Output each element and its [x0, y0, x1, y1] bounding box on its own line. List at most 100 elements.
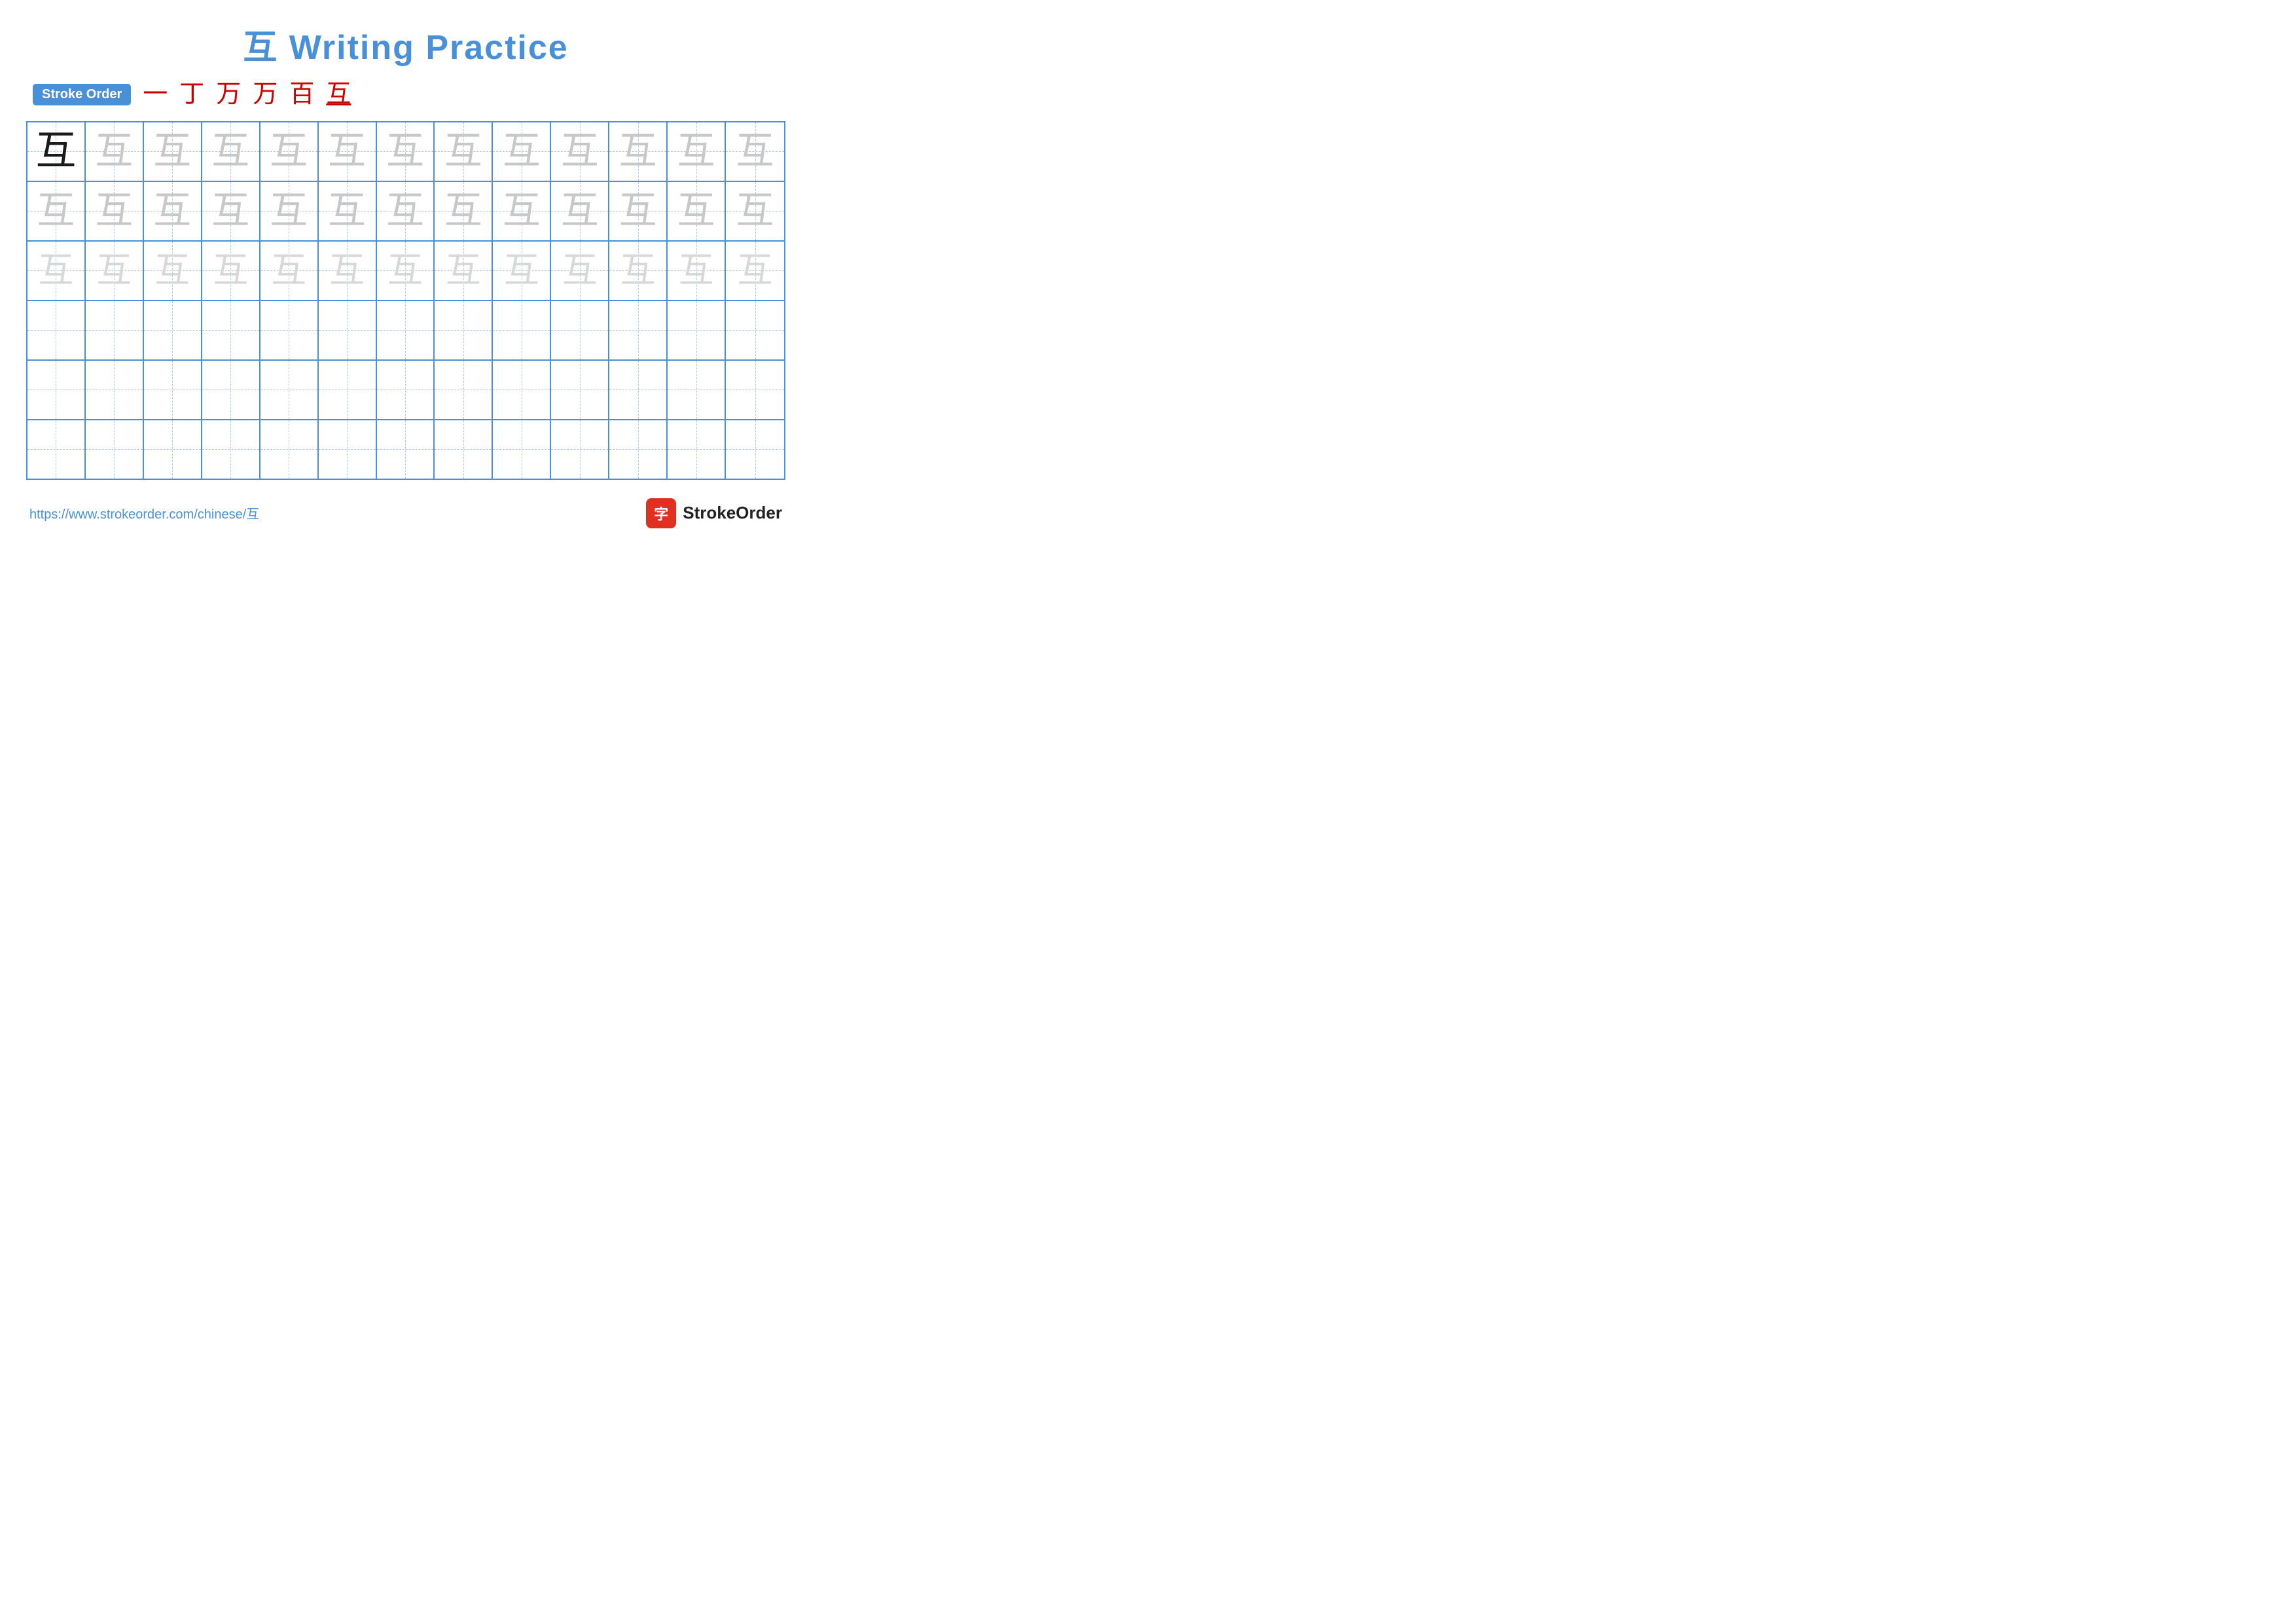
grid-cell[interactable]	[202, 361, 260, 419]
grid-cell[interactable]: 互	[260, 242, 319, 300]
grid-cell[interactable]: 互	[319, 182, 377, 240]
grid-cell[interactable]: 互	[668, 182, 726, 240]
grid-cell[interactable]	[668, 420, 726, 479]
grid-cell[interactable]: 互	[551, 122, 609, 181]
grid-cell[interactable]	[668, 301, 726, 359]
grid-cell[interactable]	[86, 420, 144, 479]
grid-cell[interactable]: 互	[726, 182, 784, 240]
grid-cell[interactable]	[493, 301, 551, 359]
grid-cell[interactable]: 互	[668, 242, 726, 300]
grid-cell[interactable]: 互	[726, 242, 784, 300]
character-lighter: 互	[213, 253, 248, 288]
grid-cell[interactable]: 互	[377, 122, 435, 181]
grid-cell[interactable]	[319, 301, 377, 359]
grid-cell[interactable]	[609, 420, 668, 479]
grid-cell[interactable]: 互	[27, 122, 86, 181]
character-lighter: 互	[96, 253, 132, 288]
grid-cell[interactable]: 互	[609, 182, 668, 240]
grid-cell[interactable]: 互	[668, 122, 726, 181]
grid-cell[interactable]	[27, 361, 86, 419]
grid-cell[interactable]	[726, 420, 784, 479]
grid-cell[interactable]: 互	[726, 122, 784, 181]
character-light: 互	[503, 192, 541, 230]
grid-cell[interactable]: 互	[435, 242, 493, 300]
grid-cell[interactable]: 互	[86, 182, 144, 240]
grid-row-2: 互 互 互 互 互 互 互 互 互 互 互 互 互	[27, 182, 784, 242]
grid-row-4	[27, 301, 784, 361]
grid-cell[interactable]	[260, 361, 319, 419]
grid-cell[interactable]: 互	[551, 242, 609, 300]
grid-cell[interactable]: 互	[609, 122, 668, 181]
grid-cell[interactable]: 互	[202, 122, 260, 181]
grid-cell[interactable]: 互	[493, 182, 551, 240]
grid-row-5	[27, 361, 784, 420]
grid-cell[interactable]: 互	[319, 242, 377, 300]
grid-cell[interactable]: 互	[377, 242, 435, 300]
grid-cell[interactable]	[551, 301, 609, 359]
grid-cell[interactable]	[27, 301, 86, 359]
grid-cell[interactable]: 互	[551, 182, 609, 240]
character-light: 互	[211, 192, 249, 230]
grid-cell[interactable]: 互	[493, 122, 551, 181]
stroke-3: 万	[216, 82, 241, 107]
grid-cell[interactable]	[260, 420, 319, 479]
grid-cell[interactable]	[551, 361, 609, 419]
grid-cell[interactable]	[435, 361, 493, 419]
character-lighter: 互	[329, 253, 365, 288]
grid-cell[interactable]	[551, 420, 609, 479]
grid-cell[interactable]	[377, 301, 435, 359]
character-lighter: 互	[679, 253, 714, 288]
grid-cell[interactable]: 互	[435, 182, 493, 240]
grid-cell[interactable]	[493, 361, 551, 419]
stroke-2: 丁	[179, 82, 204, 107]
grid-cell[interactable]: 互	[493, 242, 551, 300]
character-light: 互	[37, 192, 75, 230]
grid-cell[interactable]: 互	[144, 182, 202, 240]
brand-name: StrokeOrder	[683, 503, 782, 523]
grid-cell[interactable]: 互	[144, 242, 202, 300]
grid-cell[interactable]	[668, 361, 726, 419]
stroke-order-badge: Stroke Order	[33, 84, 131, 105]
grid-cell[interactable]: 互	[260, 182, 319, 240]
grid-cell[interactable]	[144, 361, 202, 419]
grid-cell[interactable]	[609, 361, 668, 419]
grid-cell[interactable]: 互	[435, 122, 493, 181]
grid-cell[interactable]: 互	[86, 122, 144, 181]
grid-cell[interactable]	[319, 361, 377, 419]
brand-icon: 字	[646, 498, 676, 528]
stroke-5: 百	[289, 82, 314, 107]
character-light: 互	[444, 132, 482, 170]
grid-cell[interactable]	[202, 301, 260, 359]
grid-cell[interactable]	[609, 301, 668, 359]
grid-cell[interactable]	[319, 420, 377, 479]
grid-cell[interactable]	[86, 361, 144, 419]
grid-cell[interactable]	[726, 301, 784, 359]
grid-cell[interactable]: 互	[202, 182, 260, 240]
grid-cell[interactable]	[377, 420, 435, 479]
grid-cell[interactable]	[202, 420, 260, 479]
grid-cell[interactable]: 互	[609, 242, 668, 300]
grid-cell[interactable]	[435, 420, 493, 479]
character-light: 互	[503, 132, 541, 170]
grid-cell[interactable]	[435, 301, 493, 359]
grid-cell[interactable]	[726, 361, 784, 419]
grid-row-3: 互 互 互 互 互 互 互 互 互 互 互 互 互	[27, 242, 784, 301]
grid-cell[interactable]: 互	[260, 122, 319, 181]
grid-cell[interactable]: 互	[144, 122, 202, 181]
grid-cell[interactable]	[144, 301, 202, 359]
grid-cell[interactable]: 互	[377, 182, 435, 240]
grid-cell[interactable]: 互	[27, 242, 86, 300]
grid-cell[interactable]: 互	[27, 182, 86, 240]
grid-cell[interactable]: 互	[202, 242, 260, 300]
grid-cell[interactable]	[144, 420, 202, 479]
grid-cell[interactable]	[27, 420, 86, 479]
grid-cell[interactable]	[260, 301, 319, 359]
footer-url[interactable]: https://www.strokeorder.com/chinese/互	[29, 503, 259, 522]
grid-cell[interactable]: 互	[86, 242, 144, 300]
grid-row-6	[27, 420, 784, 479]
grid-cell[interactable]	[493, 420, 551, 479]
grid-cell[interactable]	[86, 301, 144, 359]
character-light: 互	[153, 132, 191, 170]
grid-cell[interactable]	[377, 361, 435, 419]
grid-cell[interactable]: 互	[319, 122, 377, 181]
